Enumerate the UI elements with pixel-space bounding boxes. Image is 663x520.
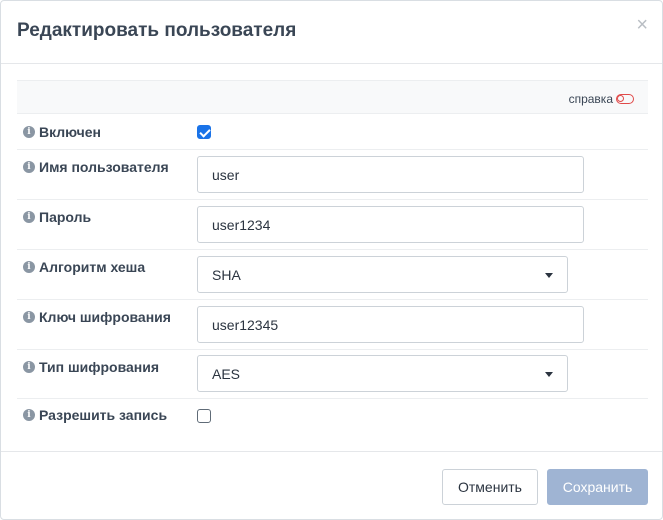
password-input[interactable]	[197, 206, 584, 243]
username-label: Имя пользователя	[39, 159, 169, 175]
encryption-key-input[interactable]	[197, 306, 584, 343]
cancel-button[interactable]: Отменить	[442, 469, 538, 505]
close-icon[interactable]: ×	[636, 15, 648, 35]
info-icon[interactable]: i	[23, 409, 35, 421]
enabled-label: Включен	[39, 124, 101, 140]
label-password: i Пароль	[23, 209, 91, 225]
label-encryption-key: i Ключ шифрования	[23, 309, 171, 325]
label-encryption-type: i Тип шифрования	[23, 359, 159, 375]
row-password: i Пароль	[17, 200, 648, 250]
row-encryption-key: i Ключ шифрования	[17, 300, 648, 350]
encryption-type-label: Тип шифрования	[39, 359, 160, 375]
info-icon[interactable]: i	[23, 261, 35, 273]
label-username: i Имя пользователя	[23, 159, 169, 175]
info-icon[interactable]: i	[23, 126, 35, 138]
enabled-checkbox[interactable]	[197, 125, 211, 139]
help-bar: справка	[17, 80, 648, 114]
toggle-off-icon	[616, 94, 634, 104]
save-button[interactable]: Сохранить	[547, 469, 648, 505]
row-hash-algorithm: i Алгоритм хеша SHA	[17, 250, 648, 300]
encryption-key-label: Ключ шифрования	[39, 309, 171, 325]
info-icon[interactable]: i	[23, 161, 35, 173]
row-encryption-type: i Тип шифрования AES	[17, 350, 648, 399]
label-allow-write: i Разрешить запись	[23, 407, 167, 423]
hash-algorithm-value: SHA	[212, 266, 241, 283]
hash-algorithm-label: Алгоритм хеша	[39, 259, 146, 275]
allow-write-checkbox[interactable]	[197, 409, 211, 423]
dialog-footer: Отменить Сохранить	[1, 451, 662, 520]
row-enabled: i Включен	[17, 114, 648, 150]
info-icon[interactable]: i	[23, 311, 35, 323]
caret-down-icon	[545, 372, 553, 377]
encryption-type-select[interactable]: AES	[197, 355, 568, 392]
encryption-type-value: AES	[212, 365, 241, 382]
row-username: i Имя пользователя	[17, 150, 648, 200]
info-icon[interactable]: i	[23, 361, 35, 373]
hash-algorithm-select[interactable]: SHA	[197, 256, 568, 293]
help-label: справка	[568, 92, 613, 106]
caret-down-icon	[545, 273, 553, 278]
username-input[interactable]	[197, 156, 584, 193]
label-hash-algorithm: i Алгоритм хеша	[23, 259, 145, 275]
dialog-header: Редактировать пользователя ×	[1, 1, 662, 64]
row-allow-write: i Разрешить запись	[17, 399, 648, 435]
allow-write-label: Разрешить запись	[39, 407, 168, 423]
info-icon[interactable]: i	[23, 211, 35, 223]
password-label: Пароль	[39, 209, 92, 225]
dialog-title: Редактировать пользователя	[17, 20, 297, 41]
edit-user-dialog: Редактировать пользователя × справка i В…	[0, 0, 663, 520]
help-toggle[interactable]: справка	[569, 92, 634, 106]
label-enabled: i Включен	[23, 124, 101, 140]
